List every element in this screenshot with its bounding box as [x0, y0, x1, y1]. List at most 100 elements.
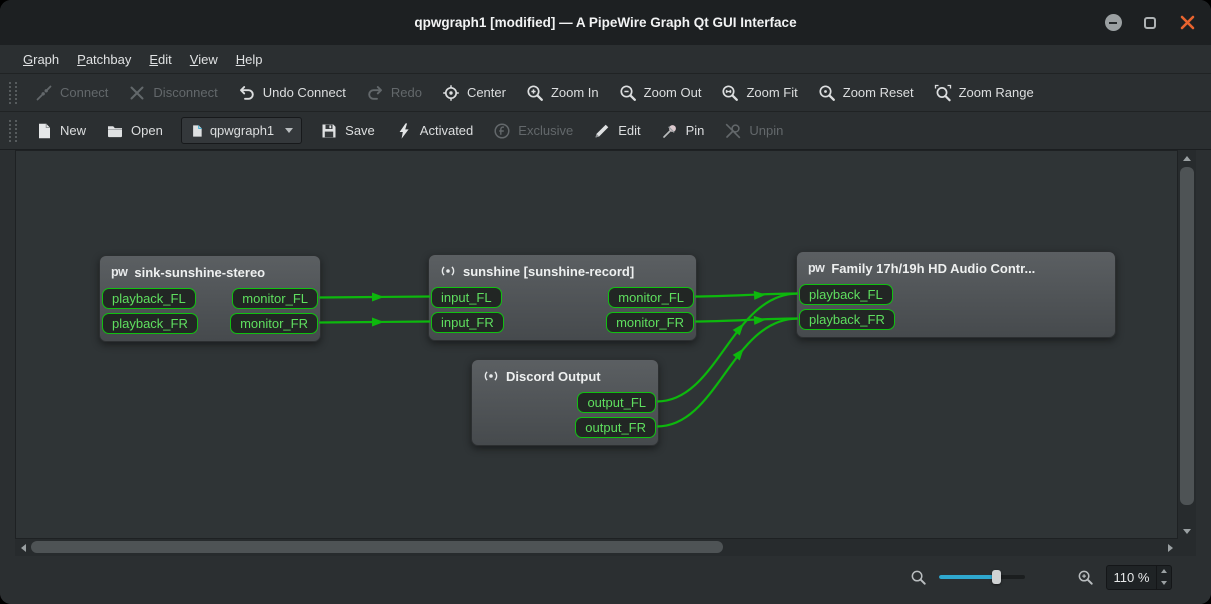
undo-icon — [238, 84, 256, 102]
menubar: Graph Patchbay Edit View Help — [0, 45, 1211, 74]
graph-node-sink-sunshine-stereo[interactable]: pw sink-sunshine-stereo playback_FL moni… — [99, 255, 321, 342]
menu-label: dit — [158, 52, 172, 67]
toolbar-drag-handle[interactable] — [9, 82, 17, 104]
node-title: Family 17h/19h HD Audio Contr... — [831, 261, 1035, 276]
port-out[interactable]: monitor_FR — [606, 312, 694, 333]
center-button[interactable]: Center — [432, 79, 516, 107]
disconnect-button[interactable]: Disconnect — [118, 79, 227, 107]
port-in[interactable]: playback_FR — [102, 313, 198, 334]
horizontal-scrollbar[interactable] — [15, 539, 1178, 556]
zoom-spin-down-button[interactable] — [1157, 577, 1171, 589]
new-button[interactable]: New — [25, 117, 96, 145]
titlebar: qpwgraph1 [modified] — A PipeWire Graph … — [0, 0, 1211, 45]
vertical-scrollbar[interactable] — [1178, 150, 1196, 539]
zoom-slider[interactable] — [939, 569, 1025, 585]
graph-node-discord-output[interactable]: Discord Output output_FL output_FR — [471, 359, 659, 446]
menu-patchbay[interactable]: Patchbay — [68, 49, 140, 70]
port-out[interactable]: monitor_FR — [230, 313, 318, 334]
pin-button[interactable]: Pin — [651, 117, 715, 145]
port-out[interactable]: monitor_FL — [232, 288, 318, 309]
menu-label: P — [77, 52, 86, 67]
edit-button[interactable]: Edit — [583, 117, 650, 145]
menu-help[interactable]: Help — [227, 49, 272, 70]
button-label: Unpin — [749, 123, 783, 138]
node-header: sunshine [sunshine-record] — [429, 261, 696, 281]
minimize-button[interactable] — [1103, 13, 1123, 33]
connection-arrow-icon — [733, 321, 748, 336]
patchbay-profile-combobox[interactable]: qpwgraph1 — [181, 117, 302, 144]
node-header: pw Family 17h/19h HD Audio Contr... — [797, 258, 1115, 278]
port-out[interactable]: output_FR — [575, 417, 656, 438]
minimize-icon — [1105, 14, 1122, 31]
maximize-icon — [1144, 17, 1156, 29]
undo-connect-button[interactable]: Undo Connect — [228, 79, 356, 107]
menu-label: G — [23, 52, 33, 67]
zoom-slider-handle[interactable] — [992, 570, 1001, 584]
button-label: Zoom Out — [644, 85, 702, 100]
unpin-icon — [724, 122, 742, 140]
scroll-up-button[interactable] — [1178, 152, 1196, 164]
redo-button[interactable]: Redo — [356, 79, 432, 107]
menu-label: H — [236, 52, 245, 67]
graph-canvas[interactable]: pw sink-sunshine-stereo playback_FL moni… — [15, 150, 1178, 539]
button-label: Zoom Reset — [843, 85, 914, 100]
new-file-icon — [35, 122, 53, 140]
menu-label: elp — [245, 52, 262, 67]
port-out[interactable]: output_FL — [577, 392, 656, 413]
zoom-out-icon — [619, 84, 637, 102]
exclusive-button[interactable]: Exclusive — [483, 117, 583, 145]
pin-icon — [661, 122, 679, 140]
connect-button[interactable]: Connect — [25, 79, 118, 107]
unpin-button[interactable]: Unpin — [714, 117, 793, 145]
save-button[interactable]: Save — [310, 117, 385, 145]
zoom-in-button[interactable]: Zoom In — [516, 79, 609, 107]
menu-edit[interactable]: Edit — [140, 49, 180, 70]
zoom-slider-track[interactable] — [939, 575, 1025, 579]
port-in[interactable]: playback_FL — [799, 284, 893, 305]
zoom-out-button[interactable]: Zoom Out — [609, 79, 712, 107]
vertical-scrollbar-thumb[interactable] — [1180, 167, 1194, 505]
connection-arrow-icon — [372, 318, 384, 327]
zoom-spin-up-button[interactable] — [1157, 566, 1171, 578]
scroll-left-button[interactable] — [17, 539, 29, 556]
connection[interactable] — [695, 319, 798, 322]
open-button[interactable]: Open — [96, 117, 173, 145]
scroll-right-button[interactable] — [1164, 539, 1176, 556]
activated-bolt-icon — [395, 122, 413, 140]
scroll-down-button[interactable] — [1178, 525, 1196, 537]
zoom-reset-icon — [818, 84, 836, 102]
zoom-value[interactable]: 110 % — [1107, 566, 1156, 589]
edit-pencil-icon — [593, 122, 611, 140]
connection[interactable] — [319, 322, 430, 323]
port-in[interactable]: playback_FR — [799, 309, 895, 330]
zoom-range-icon — [934, 84, 952, 102]
graph-node-sunshine[interactable]: sunshine [sunshine-record] input_FL moni… — [428, 254, 697, 341]
connection[interactable] — [319, 297, 430, 298]
node-title: Discord Output — [506, 369, 601, 384]
port-in[interactable]: input_FR — [431, 312, 504, 333]
button-label: Undo Connect — [263, 85, 346, 100]
port-in[interactable]: input_FL — [431, 287, 502, 308]
connection[interactable] — [695, 294, 798, 297]
port-out[interactable]: monitor_FL — [608, 287, 694, 308]
menu-view[interactable]: View — [181, 49, 227, 70]
activated-button[interactable]: Activated — [385, 117, 483, 145]
maximize-button[interactable] — [1140, 13, 1160, 33]
combobox-value: qpwgraph1 — [210, 123, 274, 138]
graph-node-family-audio[interactable]: pw Family 17h/19h HD Audio Contr... play… — [796, 251, 1116, 338]
zoom-range-button[interactable]: Zoom Range — [924, 79, 1044, 107]
pipewire-icon: pw — [111, 265, 127, 279]
port-in[interactable]: playback_FL — [102, 288, 196, 309]
statusbar: 110 % — [0, 556, 1211, 604]
zoom-fit-button[interactable]: Zoom Fit — [711, 79, 807, 107]
window-controls — [1103, 0, 1197, 45]
graph-toolbar: Connect Disconnect Undo Connect Redo Cen — [0, 74, 1211, 112]
toolbar-drag-handle[interactable] — [9, 120, 17, 142]
button-label: Zoom Range — [959, 85, 1034, 100]
app-window: qpwgraph1 [modified] — A PipeWire Graph … — [0, 0, 1211, 604]
menu-graph[interactable]: Graph — [14, 49, 68, 70]
zoom-reset-button[interactable]: Zoom Reset — [808, 79, 924, 107]
zoom-spinbox[interactable]: 110 % — [1106, 565, 1172, 590]
close-button[interactable] — [1177, 13, 1197, 33]
horizontal-scrollbar-thumb[interactable] — [31, 541, 723, 553]
